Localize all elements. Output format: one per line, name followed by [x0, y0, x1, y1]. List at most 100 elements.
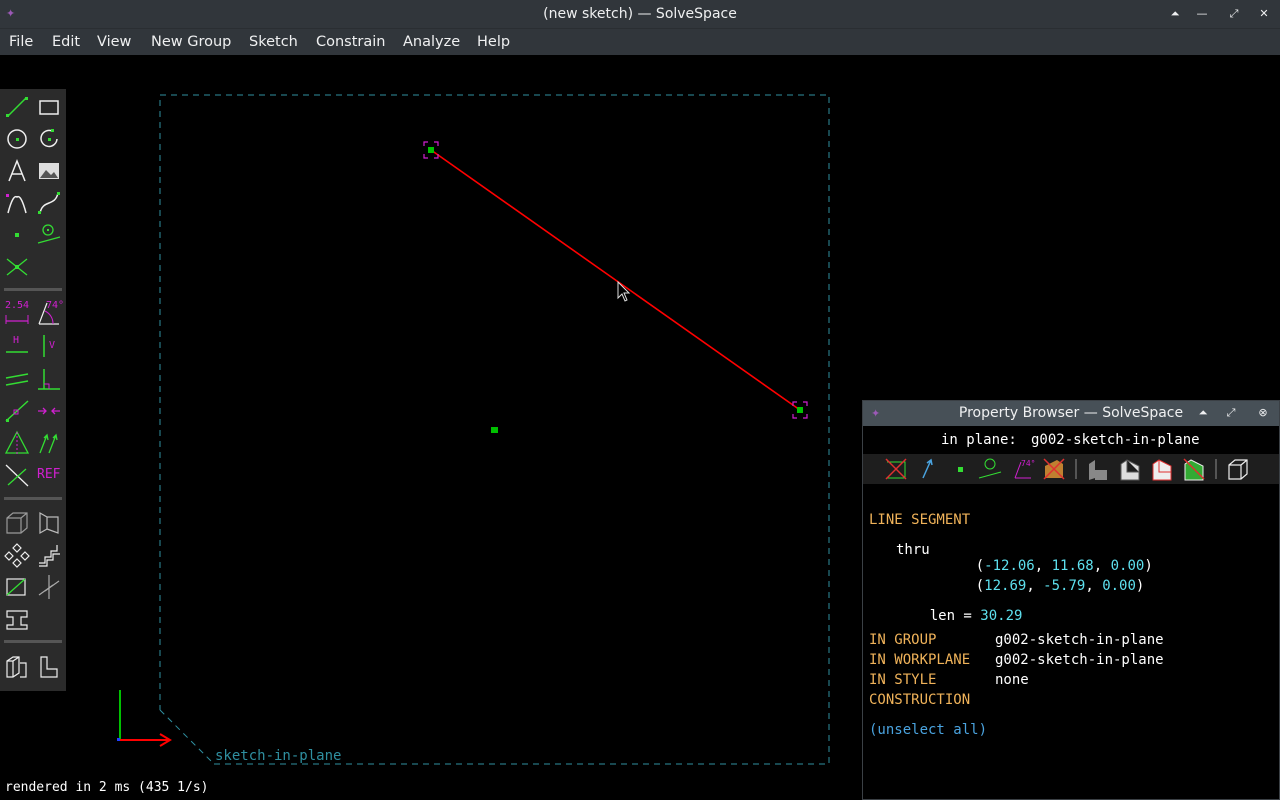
spline-tool-icon[interactable] — [35, 189, 63, 217]
construction-label[interactable]: CONSTRUCTION — [869, 692, 970, 708]
distance-constraint-label: 2.54 — [5, 300, 30, 311]
menu-bar: File Edit View New Group Sketch Constrai… — [0, 28, 1280, 55]
trim-tool-icon[interactable] — [3, 573, 31, 601]
svg-text:74°: 74° — [1021, 459, 1035, 468]
point-tool-icon[interactable] — [3, 221, 31, 249]
close-icon[interactable]: ✕ — [1256, 6, 1272, 22]
free-point[interactable] — [491, 427, 498, 433]
workplane-tool-icon[interactable] — [35, 221, 63, 249]
in-group-label: IN GROUP — [869, 632, 937, 648]
origin-point — [117, 738, 120, 741]
toolbar-separator — [4, 497, 62, 500]
rectangle-tool-icon[interactable] — [35, 93, 63, 121]
visibility-toolbar-separator — [1075, 459, 1077, 479]
keep-above-icon[interactable]: ⏶ — [1195, 405, 1211, 421]
angle-constraint-tool[interactable]: 74° — [35, 299, 65, 327]
menu-new-group[interactable]: New Group — [142, 29, 240, 56]
split-curves-tool-icon[interactable] — [3, 253, 31, 281]
line-segment[interactable] — [430, 149, 801, 411]
property-browser-window: ✦ Property Browser — SolveSpace ⏶ ⤢ ⊗ in… — [862, 400, 1280, 800]
perspective-toggle-icon[interactable] — [1225, 456, 1251, 482]
image-tool-icon[interactable] — [35, 157, 63, 185]
sketch-toolbar: 2.54 74° H V REF — [0, 89, 66, 691]
in-plane-label: in plane: — [941, 432, 1017, 448]
window-title: (new sketch) — SolveSpace — [543, 6, 737, 22]
step-translating-icon[interactable] — [35, 541, 63, 569]
point-2-z: 0.00 — [1102, 578, 1136, 594]
perpendicular-constraint-icon[interactable] — [35, 365, 63, 393]
maximize-icon[interactable]: ⤢ — [1223, 405, 1239, 421]
vertical-constraint-tool[interactable]: V — [35, 332, 63, 360]
in-style-value[interactable]: none — [995, 672, 1029, 688]
vertical-constraint-label: V — [49, 340, 56, 351]
menu-help[interactable]: Help — [468, 29, 519, 56]
solvespace-app-icon: ✦ — [871, 407, 881, 420]
visibility-toolbar-separator — [1215, 459, 1217, 479]
lathe-icon[interactable] — [35, 653, 63, 681]
link-file-icon[interactable] — [3, 605, 31, 633]
property-browser-title: Property Browser — SolveSpace — [958, 405, 1184, 421]
point-on-line-constraint-icon[interactable] — [3, 397, 31, 425]
minimize-icon[interactable]: — — [1194, 6, 1210, 22]
faces-visibility-icon[interactable] — [1041, 456, 1067, 482]
menu-view[interactable]: View — [88, 29, 140, 56]
endpoint-2[interactable] — [797, 407, 803, 413]
step-rotating-icon[interactable] — [3, 541, 31, 569]
construction-visibility-icon[interactable] — [977, 456, 1003, 482]
outline-view-icon[interactable] — [1181, 456, 1207, 482]
endpoint-1[interactable] — [428, 147, 434, 153]
hidden-lines-icon[interactable] — [1149, 456, 1175, 482]
angle-constraint-label: 74° — [46, 300, 65, 311]
tangent-arc-tool-icon[interactable] — [3, 189, 31, 217]
line-tool-icon[interactable] — [3, 93, 31, 121]
shaded-view-icon[interactable] — [1085, 456, 1111, 482]
workplane-corner-diagonal — [159, 709, 215, 765]
maximize-icon[interactable]: ⤢ — [1226, 6, 1242, 22]
same-orientation-constraint-icon[interactable] — [35, 429, 63, 457]
unselect-all-link[interactable]: (unselect all) — [869, 722, 987, 738]
coincident-constraint-icon[interactable] — [35, 397, 63, 425]
in-workplane-label: IN WORKPLANE — [869, 652, 971, 668]
text-tool-icon[interactable] — [3, 157, 31, 185]
entity-heading: LINE SEGMENT — [869, 512, 971, 528]
toolbar-separator — [4, 288, 62, 291]
normals-visibility-icon[interactable] — [915, 456, 941, 482]
circle-tool-icon[interactable] — [3, 125, 31, 153]
constraints-visibility-icon[interactable]: 74° — [1009, 456, 1035, 482]
toolbar-separator — [4, 640, 62, 643]
keep-above-icon[interactable]: ⏶ — [1167, 6, 1183, 22]
reference-constraint-label: REF — [37, 467, 61, 482]
helix-tool-icon[interactable] — [35, 573, 63, 601]
reference-constraint-tool[interactable]: REF — [35, 461, 63, 489]
menu-edit[interactable]: Edit — [43, 29, 89, 56]
new-3d-sketch-icon[interactable] — [3, 509, 31, 537]
menu-sketch[interactable]: Sketch — [240, 29, 307, 56]
in-plane-value: g002-sketch-in-plane — [1031, 432, 1200, 448]
menu-analyze[interactable]: Analyze — [394, 29, 469, 56]
horizontal-constraint-tool[interactable]: H — [3, 332, 31, 360]
parallel-constraint-icon[interactable] — [3, 365, 31, 393]
window-titlebar: ✦ (new sketch) — SolveSpace ⏶ — ⤢ ✕ — [0, 0, 1280, 28]
points-visibility-icon[interactable] — [947, 456, 973, 482]
workplane-label: sketch-in-plane — [215, 748, 342, 764]
property-browser-titlebar: ✦ Property Browser — SolveSpace ⏶ ⤢ ⊗ — [863, 401, 1279, 426]
menu-file[interactable]: File — [0, 29, 42, 56]
other-constraint-icon[interactable] — [3, 461, 31, 489]
in-workplane-value[interactable]: g002-sketch-in-plane — [995, 652, 1164, 668]
wireframe-view-icon[interactable] — [1117, 456, 1143, 482]
in-group-value[interactable]: g002-sketch-in-plane — [995, 632, 1164, 648]
arc-tool-icon[interactable] — [35, 125, 63, 153]
render-status: rendered in 2 ms (435 1/s) — [5, 780, 209, 795]
point-2-y: -5.79 — [1043, 578, 1086, 594]
extrude-icon[interactable] — [3, 653, 31, 681]
close-icon[interactable]: ⊗ — [1255, 405, 1271, 421]
length-label: len = — [929, 608, 981, 624]
symmetric-constraint-icon[interactable] — [3, 429, 31, 457]
new-workplane-sketch-icon[interactable] — [35, 509, 63, 537]
length-value[interactable]: 30.29 — [980, 608, 1022, 624]
horizontal-constraint-label: H — [13, 335, 20, 346]
thru-label: thru — [896, 542, 930, 558]
workplane-visibility-icon[interactable] — [883, 456, 909, 482]
menu-constrain[interactable]: Constrain — [307, 29, 395, 56]
distance-constraint-tool[interactable]: 2.54 — [3, 299, 31, 327]
